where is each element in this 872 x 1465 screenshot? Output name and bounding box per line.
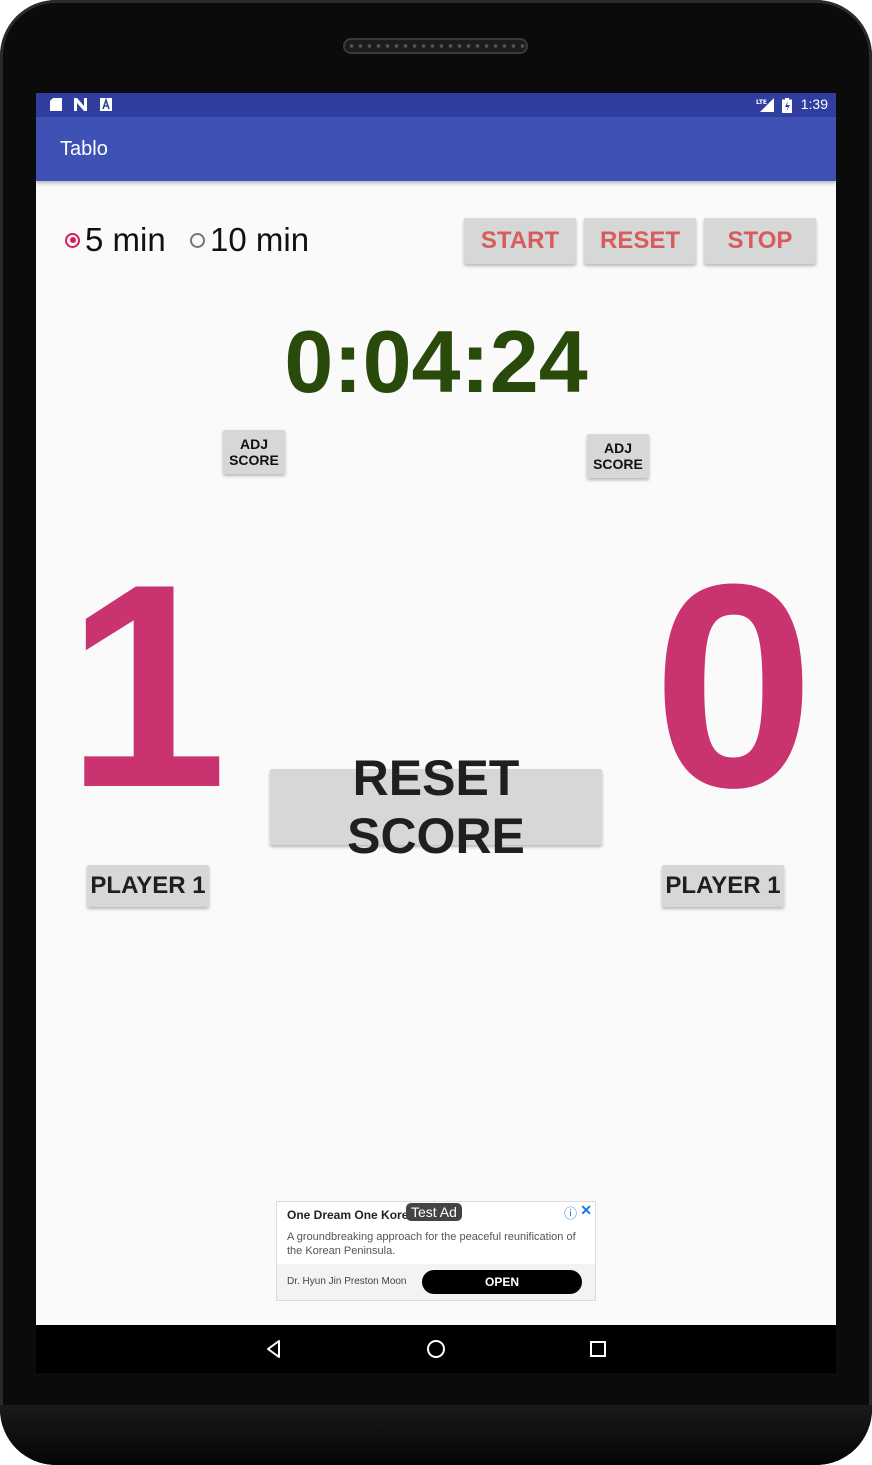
reset-button[interactable]: RESET bbox=[584, 218, 696, 264]
app-bar: Tablo bbox=[36, 117, 836, 181]
recents-icon[interactable] bbox=[586, 1337, 610, 1361]
ad-footer: Dr. Hyun Jin Preston Moon OPEN bbox=[277, 1264, 595, 1300]
device-bottom-bezel bbox=[0, 1405, 872, 1465]
home-icon[interactable] bbox=[424, 1337, 448, 1361]
status-bar: LTE 1:39 bbox=[36, 93, 836, 117]
test-ad-badge: Test Ad bbox=[406, 1203, 462, 1221]
player-left-score: 1 bbox=[66, 524, 228, 848]
player-right-button[interactable]: PLAYER 1 bbox=[662, 865, 784, 907]
radio-5-min-label: 5 min bbox=[85, 221, 166, 258]
info-icon[interactable]: ⓘ bbox=[564, 1203, 577, 1222]
app-title: Tablo bbox=[60, 138, 108, 160]
a-notification-icon bbox=[100, 97, 112, 111]
ad-advertiser: Dr. Hyun Jin Preston Moon bbox=[287, 1276, 407, 1287]
close-icon[interactable]: ✕ bbox=[580, 1202, 592, 1219]
lte-signal-icon: LTE bbox=[756, 98, 774, 112]
player-left-button[interactable]: PLAYER 1 bbox=[87, 865, 209, 907]
radio-10-min[interactable]: 10 min bbox=[190, 221, 309, 259]
adjust-score-right-button[interactable]: ADJ SCORE bbox=[587, 434, 649, 478]
app-screen: LTE 1:39 Tablo 5 min 10 min START RESET … bbox=[36, 93, 836, 1325]
back-icon[interactable] bbox=[262, 1337, 286, 1361]
sd-card-icon bbox=[50, 98, 62, 111]
radio-checked-icon[interactable] bbox=[65, 232, 80, 248]
ad-description: A groundbreaking approach for the peacef… bbox=[287, 1231, 576, 1257]
speaker-grille bbox=[343, 38, 528, 54]
reset-score-button[interactable]: RESET SCORE bbox=[270, 750, 602, 864]
battery-charging-icon bbox=[782, 98, 792, 113]
navigation-bar bbox=[36, 1325, 836, 1373]
radio-10-min-label: 10 min bbox=[210, 221, 310, 258]
n-notification-icon bbox=[74, 98, 87, 111]
adjust-score-left-label: ADJ SCORE bbox=[229, 436, 279, 468]
ad-open-button[interactable]: OPEN bbox=[422, 1270, 582, 1294]
status-time: 1:39 bbox=[800, 96, 828, 112]
ad-title: One Dream One Korea bbox=[287, 1208, 416, 1222]
radio-5-min[interactable]: 5 min bbox=[65, 221, 166, 259]
svg-text:LTE: LTE bbox=[756, 99, 767, 106]
stop-button[interactable]: STOP bbox=[704, 218, 816, 264]
adjust-score-right-label: ADJ SCORE bbox=[593, 440, 643, 472]
radio-unchecked-icon[interactable] bbox=[190, 232, 205, 248]
ad-banner[interactable]: One Dream One Korea Test Ad ⓘ ✕ A ground… bbox=[276, 1201, 596, 1301]
timer-display: 0:04:24 bbox=[284, 312, 588, 411]
adjust-score-left-button[interactable]: ADJ SCORE bbox=[223, 430, 285, 474]
player-right-score: 0 bbox=[653, 524, 815, 848]
start-button[interactable]: START bbox=[464, 218, 576, 264]
